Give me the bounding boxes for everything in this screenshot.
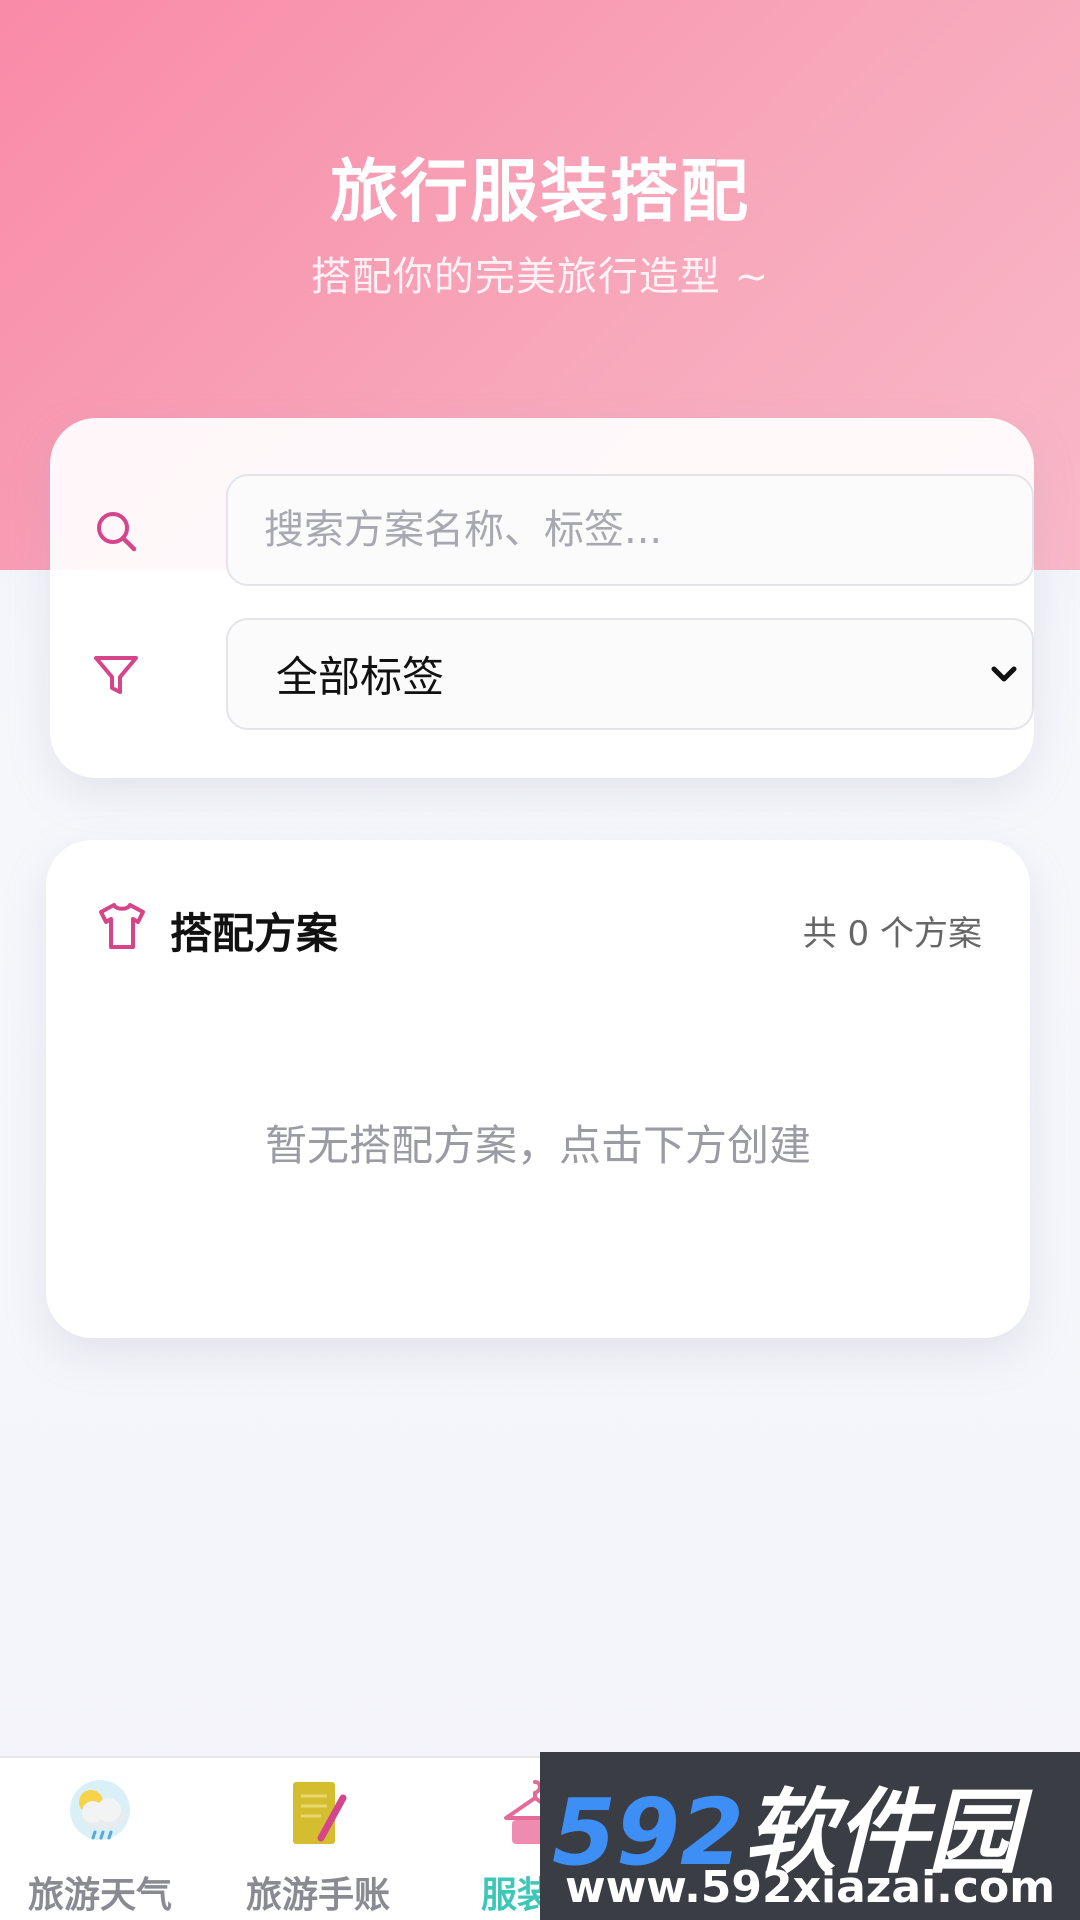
page-title: 旅行服装搭配 — [329, 153, 750, 232]
nav-label: 旅游手账 — [245, 1875, 390, 1916]
nav-label: 旅游天气 — [27, 1875, 172, 1916]
chevron-down-icon — [984, 654, 1024, 694]
weather-icon — [57, 1772, 143, 1858]
search-row — [90, 474, 1034, 588]
tag-filter-row: 全部标签 — [90, 618, 1034, 732]
nav-item-journal[interactable]: 旅游手账 — [208, 1758, 428, 1920]
plans-title: 搭配方案 — [170, 909, 339, 958]
plans-count: 共 0 个方案 — [802, 914, 982, 954]
nav-item-weather[interactable]: 旅游天气 — [0, 1758, 210, 1920]
shirt-icon — [94, 898, 150, 954]
filter-icon — [90, 649, 142, 701]
tag-select[interactable]: 全部标签 — [226, 618, 1034, 730]
tag-select-value: 全部标签 — [276, 652, 445, 702]
watermark-banner: 592软件园 www.592xiazai.com — [540, 1752, 1080, 1920]
empty-state-text: 暂无搭配方案，点击下方创建 — [264, 1121, 811, 1170]
filter-card: 全部标签 — [50, 418, 1034, 778]
search-input[interactable] — [226, 474, 1034, 586]
notebook-pencil-icon — [275, 1772, 361, 1858]
watermark-url: www.592xiazai.com — [564, 1862, 1056, 1913]
plans-card: 搭配方案 共 0 个方案 暂无搭配方案，点击下方创建 — [46, 840, 1030, 1338]
plans-header: 搭配方案 共 0 个方案 — [94, 894, 982, 958]
search-icon — [90, 505, 142, 557]
page-subtitle: 搭配你的完美旅行造型 ~ — [310, 254, 770, 300]
